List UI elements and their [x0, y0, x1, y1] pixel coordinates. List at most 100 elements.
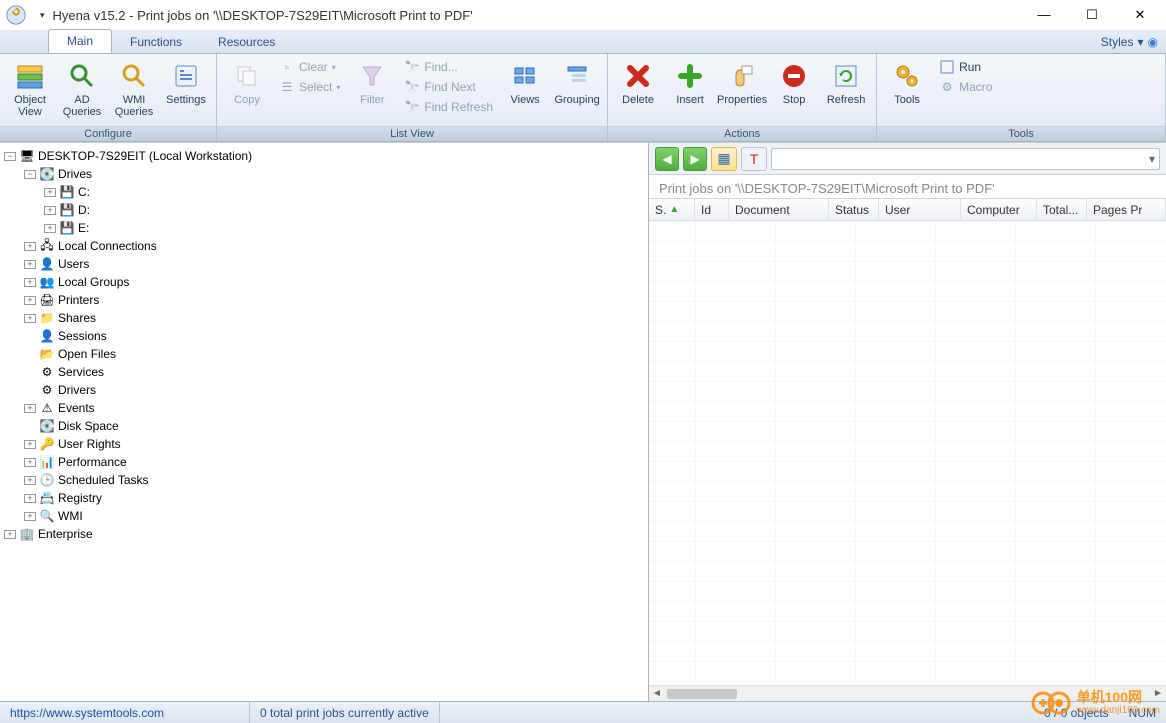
- tree-sessions[interactable]: 👤Sessions: [2, 327, 646, 345]
- tree-registry[interactable]: +📇Registry: [2, 489, 646, 507]
- status-objects: 0 / 0 objects: [1034, 706, 1119, 720]
- tree-services[interactable]: ⚙Services: [2, 363, 646, 381]
- delete-icon: [622, 60, 654, 92]
- tree-enterprise[interactable]: +🏢Enterprise: [2, 525, 646, 543]
- view-toggle-1[interactable]: ▦: [711, 147, 737, 171]
- minimize-button[interactable]: —: [1028, 7, 1060, 23]
- tools-button[interactable]: Tools: [883, 58, 931, 108]
- col-total[interactable]: Total...: [1037, 199, 1087, 220]
- tree-scheduled-tasks[interactable]: +🕒Scheduled Tasks: [2, 471, 646, 489]
- funnel-icon: [356, 60, 388, 92]
- app-icon: [6, 5, 26, 25]
- find-refresh-button[interactable]: 🔭Find Refresh: [400, 98, 497, 116]
- macro-icon: ⚙: [939, 79, 955, 95]
- stop-button[interactable]: Stop: [770, 58, 818, 108]
- binoculars-icon: 🔭: [404, 59, 420, 75]
- ad-queries-button[interactable]: AD Queries: [58, 58, 106, 120]
- col-pages[interactable]: Pages Pr: [1087, 199, 1166, 220]
- tree-printers[interactable]: +🖨Printers: [2, 291, 646, 309]
- tree-performance[interactable]: +📊Performance: [2, 453, 646, 471]
- col-computer[interactable]: Computer: [961, 199, 1037, 220]
- tree-events[interactable]: +⚠Events: [2, 399, 646, 417]
- hand-icon: [726, 60, 758, 92]
- tree-wmi[interactable]: +🔍WMI: [2, 507, 646, 525]
- tree-drives[interactable]: −💽Drives: [2, 165, 646, 183]
- user-icon: 👤: [39, 256, 55, 272]
- view-toggle-2[interactable]: T: [741, 147, 767, 171]
- clear-icon: ▫: [279, 59, 295, 75]
- tree-users[interactable]: +👤Users: [2, 255, 646, 273]
- filter-button[interactable]: Filter: [348, 58, 396, 108]
- ribbon-tabs: Main Functions Resources Styles▾◉: [0, 30, 1166, 54]
- tree-panel[interactable]: −🖥DESKTOP-7S29EIT (Local Workstation) −💽…: [0, 143, 649, 701]
- tree-root[interactable]: −🖥DESKTOP-7S29EIT (Local Workstation): [2, 147, 646, 165]
- views-icon: [509, 60, 541, 92]
- select-icon: ☰: [279, 79, 295, 95]
- refresh-button[interactable]: Refresh: [822, 58, 870, 108]
- col-id[interactable]: Id: [695, 199, 729, 220]
- tab-resources[interactable]: Resources: [200, 31, 293, 53]
- tree-disk-space[interactable]: 💽Disk Space: [2, 417, 646, 435]
- status-url[interactable]: https://www.systemtools.com: [0, 702, 250, 723]
- column-headers: S.▲ Id Document Status User Computer Tot…: [649, 199, 1166, 221]
- delete-button[interactable]: Delete: [614, 58, 662, 108]
- ribbon-group-listview: Copy ▫Clear▾ ☰Select▾ Filter 🔭Find... 🔭F…: [217, 54, 608, 141]
- network-icon: 🖧: [39, 238, 55, 254]
- nav-forward-button[interactable]: ▶: [683, 147, 707, 171]
- macro-button[interactable]: ⚙Macro: [935, 78, 996, 96]
- col-document[interactable]: Document: [729, 199, 829, 220]
- run-button[interactable]: Run: [935, 58, 996, 76]
- right-toolbar: ◀ ▶ ▦ T ▾: [649, 143, 1166, 175]
- find-refresh-icon: 🔭: [404, 99, 420, 115]
- filter-combo[interactable]: ▾: [771, 148, 1160, 170]
- tree-drive-e[interactable]: +💾E:: [2, 219, 646, 237]
- copy-icon: [231, 60, 263, 92]
- tree-drive-c[interactable]: +💾C:: [2, 183, 646, 201]
- tree-user-rights[interactable]: +🔑User Rights: [2, 435, 646, 453]
- tree-local-connections[interactable]: +🖧Local Connections: [2, 237, 646, 255]
- object-view-icon: [14, 60, 46, 92]
- nav-back-button[interactable]: ◀: [655, 147, 679, 171]
- col-s[interactable]: S.▲: [649, 199, 695, 220]
- drivers-icon: ⚙: [39, 382, 55, 398]
- copy-button[interactable]: Copy: [223, 58, 271, 108]
- object-view-button[interactable]: Object View: [6, 58, 54, 120]
- session-icon: 👤: [39, 328, 55, 344]
- qat-dropdown-icon[interactable]: ▾: [40, 10, 45, 21]
- wmi-queries-button[interactable]: WMI Queries: [110, 58, 158, 120]
- tab-functions[interactable]: Functions: [112, 31, 200, 53]
- tree-shares[interactable]: +📁Shares: [2, 309, 646, 327]
- styles-dropdown[interactable]: Styles▾◉: [1093, 31, 1166, 53]
- grouping-button[interactable]: Grouping: [553, 58, 601, 108]
- sort-asc-icon: ▲: [669, 204, 679, 215]
- ribbon: Object View AD Queries WMI Queries Setti…: [0, 54, 1166, 142]
- settings-button[interactable]: Settings: [162, 58, 210, 108]
- horizontal-scrollbar[interactable]: ◄►: [649, 685, 1166, 701]
- col-status[interactable]: Status: [829, 199, 879, 220]
- group-label-configure: Configure: [0, 126, 216, 141]
- text-icon: T: [750, 151, 759, 167]
- group-label-listview: List View: [217, 126, 607, 141]
- status-num: NUM: [1119, 706, 1166, 720]
- settings-icon: [170, 60, 202, 92]
- find-next-button[interactable]: 🔭Find Next: [400, 78, 497, 96]
- clear-button[interactable]: ▫Clear▾: [275, 58, 344, 76]
- tab-main[interactable]: Main: [48, 29, 112, 53]
- tree-local-groups[interactable]: +👥Local Groups: [2, 273, 646, 291]
- col-user[interactable]: User: [879, 199, 961, 220]
- tree-drivers[interactable]: ⚙Drivers: [2, 381, 646, 399]
- select-button[interactable]: ☰Select▾: [275, 78, 344, 96]
- find-button[interactable]: 🔭Find...: [400, 58, 497, 76]
- insert-button[interactable]: Insert: [666, 58, 714, 108]
- properties-button[interactable]: Properties: [718, 58, 766, 108]
- list-view: S.▲ Id Document Status User Computer Tot…: [649, 198, 1166, 701]
- tree-open-files[interactable]: 📂Open Files: [2, 345, 646, 363]
- tree-drive-d[interactable]: +💾D:: [2, 201, 646, 219]
- views-button[interactable]: Views: [501, 58, 549, 108]
- maximize-button[interactable]: ☐: [1076, 7, 1108, 23]
- drive-icon: 💾: [59, 184, 75, 200]
- titlebar: ▾ Hyena v15.2 - Print jobs on '\\DESKTOP…: [0, 0, 1166, 30]
- close-button[interactable]: ✕: [1124, 7, 1156, 23]
- grid-body[interactable]: [649, 221, 1166, 685]
- grid-icon: ▦: [717, 150, 730, 167]
